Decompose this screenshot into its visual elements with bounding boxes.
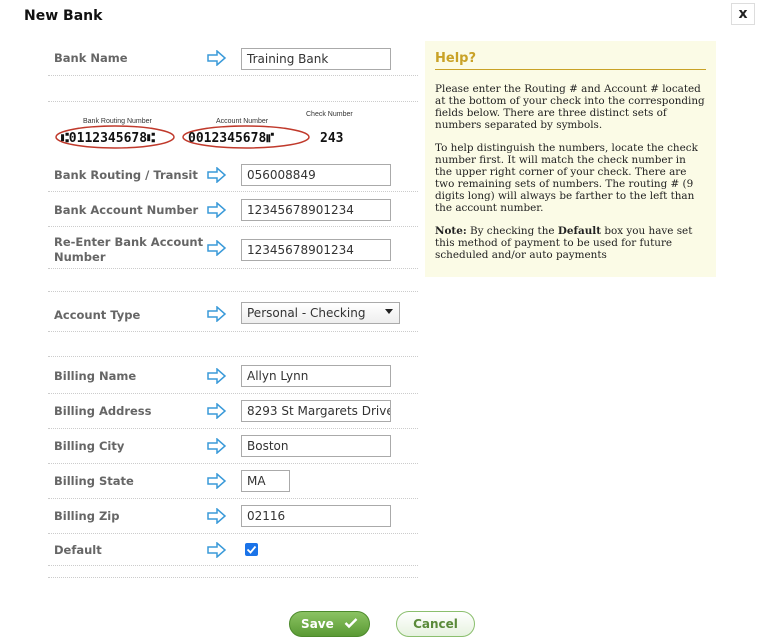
divider xyxy=(48,356,418,357)
account-caption: Account Number xyxy=(216,118,269,125)
dialog-title: New Bank xyxy=(24,8,103,24)
check-number-caption: Check Number xyxy=(306,111,353,118)
routing-caption: Bank Routing Number xyxy=(83,118,153,125)
reenter-account-label-line2: Number xyxy=(54,250,106,264)
checkmark-icon xyxy=(344,618,358,629)
reenter-account-input[interactable]: 12345678901234 xyxy=(241,239,391,261)
arrow-right-icon xyxy=(207,202,227,218)
divider xyxy=(48,463,418,464)
arrow-right-icon xyxy=(207,438,227,454)
divider xyxy=(48,393,418,394)
help-note: Note: By checking the Default box you ha… xyxy=(435,225,706,261)
arrow-right-icon xyxy=(207,306,227,322)
arrow-right-icon xyxy=(207,473,227,489)
account-input[interactable]: 12345678901234 xyxy=(241,199,391,221)
routing-digits: ⑆0112345678⑆ xyxy=(61,131,155,146)
divider xyxy=(48,226,418,227)
routing-input[interactable]: 056008849 xyxy=(241,164,391,186)
account-type-label: Account Type xyxy=(54,308,141,322)
billing-city-label: Billing City xyxy=(54,439,125,453)
billing-address-label: Billing Address xyxy=(54,404,152,418)
divider xyxy=(48,331,418,332)
routing-label: Bank Routing / Transit xyxy=(54,168,198,182)
divider xyxy=(48,268,418,269)
billing-state-input[interactable]: MA xyxy=(241,470,290,492)
check-digits: 243 xyxy=(320,131,343,146)
divider xyxy=(48,191,418,192)
default-label: Default xyxy=(54,543,102,557)
divider xyxy=(48,533,418,534)
help-note-label: Note: xyxy=(435,225,467,237)
divider xyxy=(48,498,418,499)
cancel-button[interactable]: Cancel xyxy=(396,611,475,637)
checkmark-icon xyxy=(246,545,257,554)
arrow-right-icon xyxy=(207,403,227,419)
help-paragraph-1: Please enter the Routing # and Account #… xyxy=(435,83,705,131)
help-note-bold: Default xyxy=(557,225,602,237)
billing-zip-label: Billing Zip xyxy=(54,509,120,523)
account-digits: 0012345678⑈ xyxy=(188,131,274,146)
account-label: Bank Account Number xyxy=(54,203,199,217)
reenter-account-label-line1: Re-Enter Bank Account xyxy=(54,235,204,249)
bank-name-input[interactable]: Training Bank xyxy=(241,48,391,70)
divider xyxy=(48,577,418,578)
save-button[interactable]: Save xyxy=(289,611,370,637)
billing-state-label: Billing State xyxy=(54,474,134,488)
account-type-value: Personal - Checking xyxy=(247,306,366,320)
bank-name-label: Bank Name xyxy=(54,51,128,65)
divider xyxy=(48,101,418,102)
help-title: Help? xyxy=(435,51,706,70)
help-paragraph-2: To help distinguish the numbers, locate … xyxy=(435,142,698,214)
billing-zip-input[interactable]: 02116 xyxy=(241,505,391,527)
billing-city-input[interactable]: Boston xyxy=(241,435,391,457)
arrow-right-icon xyxy=(207,167,227,183)
divider xyxy=(48,428,418,429)
divider xyxy=(48,291,418,292)
help-note-pre: By checking the xyxy=(466,225,558,237)
close-button[interactable]: x xyxy=(731,3,755,25)
account-type-select[interactable]: Personal - Checking xyxy=(241,302,400,324)
arrow-right-icon xyxy=(207,542,227,558)
save-label: Save xyxy=(301,617,334,631)
billing-address-input[interactable]: 8293 St Margarets Drive xyxy=(241,400,391,422)
billing-name-input[interactable]: Allyn Lynn xyxy=(241,365,391,387)
arrow-right-icon xyxy=(207,50,227,66)
check-example-image: Bank Routing Number Account Number Check… xyxy=(55,111,353,149)
chevron-down-icon xyxy=(385,309,393,314)
arrow-right-icon xyxy=(207,368,227,384)
arrow-right-icon xyxy=(207,508,227,524)
help-panel: Help? Please enter the Routing # and Acc… xyxy=(425,41,716,277)
divider xyxy=(48,75,418,76)
arrow-right-icon xyxy=(207,240,227,256)
default-checkbox[interactable] xyxy=(245,543,258,556)
billing-name-label: Billing Name xyxy=(54,369,137,383)
divider xyxy=(48,565,418,566)
